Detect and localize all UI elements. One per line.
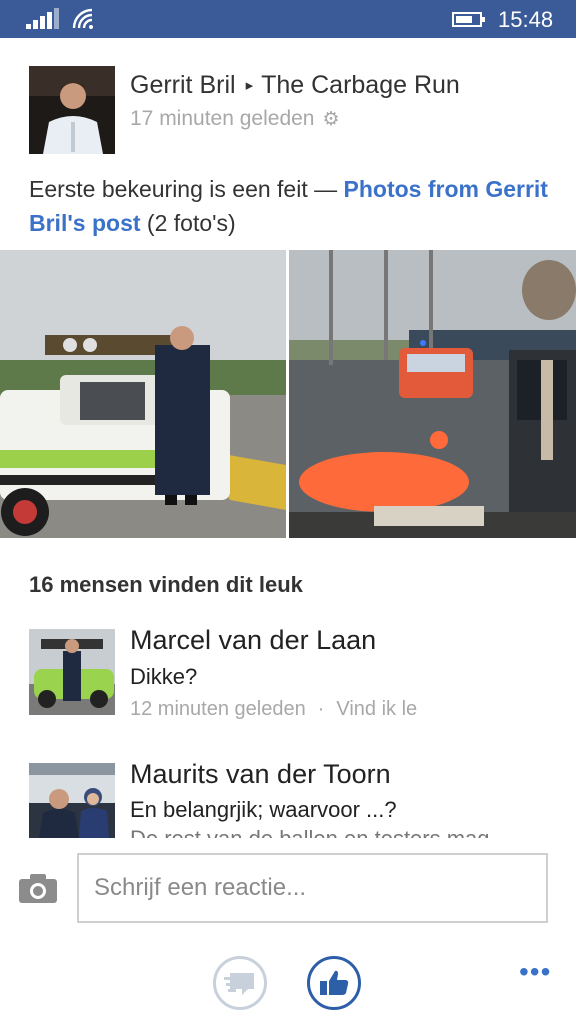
arrow-right-icon: ▸ xyxy=(245,77,254,94)
comment-author[interactable]: Marcel van der Laan xyxy=(130,625,376,656)
post-photo-police[interactable] xyxy=(289,250,576,538)
messages-icon xyxy=(224,973,254,995)
comment-author[interactable]: Maurits van der Toorn xyxy=(130,759,391,790)
post-author-line: Gerrit Bril ▸ The Carbage Run xyxy=(130,71,460,100)
likes-count[interactable]: 16 mensen vinden dit leuk xyxy=(29,572,303,598)
comment-text: En belangrjik; waarvoor ...? xyxy=(130,797,397,822)
camera-icon[interactable] xyxy=(18,872,58,904)
like-icon xyxy=(320,970,349,995)
comment-time: 12 minuten geleden xyxy=(130,698,306,720)
status-bar: 15:48 xyxy=(0,0,576,38)
post-text-main: Eerste bekeuring is een feit — xyxy=(29,176,344,202)
post-time-text: 17 minuten geleden xyxy=(130,107,315,130)
post-timestamp: 17 minuten geleden ⚙ xyxy=(130,107,340,131)
author-avatar[interactable] xyxy=(29,66,115,154)
status-time: 15:48 xyxy=(498,7,554,32)
comment-input[interactable] xyxy=(77,853,548,923)
post-photo-car[interactable] xyxy=(0,250,286,538)
post-text: Eerste bekeuring is een feit — Photos fr… xyxy=(29,172,549,240)
commenter-avatar[interactable] xyxy=(29,629,115,715)
comment-text-continued: De rest van de ballen en testers mag xyxy=(130,826,490,838)
comment-like-link[interactable]: Vind ik le xyxy=(336,698,417,720)
comment-meta: 12 minuten geleden · Vind ik le xyxy=(130,698,446,721)
author-name[interactable]: Gerrit Bril xyxy=(130,71,236,99)
group-name[interactable]: The Carbage Run xyxy=(261,71,460,99)
like-button[interactable] xyxy=(307,956,361,1010)
comment-text-cut: De rest van de ballen en testers mag xyxy=(130,826,550,838)
post-text-tail: (2 foto's) xyxy=(140,210,236,236)
battery-icon xyxy=(452,12,485,27)
separator: · xyxy=(317,698,325,720)
messages-button[interactable] xyxy=(213,956,267,1010)
gear-icon[interactable]: ⚙ xyxy=(322,108,339,131)
commenter-avatar[interactable] xyxy=(29,763,115,838)
more-icon[interactable]: ••• xyxy=(519,956,551,988)
signal-icon xyxy=(26,8,60,29)
wifi-icon xyxy=(72,8,93,29)
comment-text: Dikke? xyxy=(130,664,198,689)
